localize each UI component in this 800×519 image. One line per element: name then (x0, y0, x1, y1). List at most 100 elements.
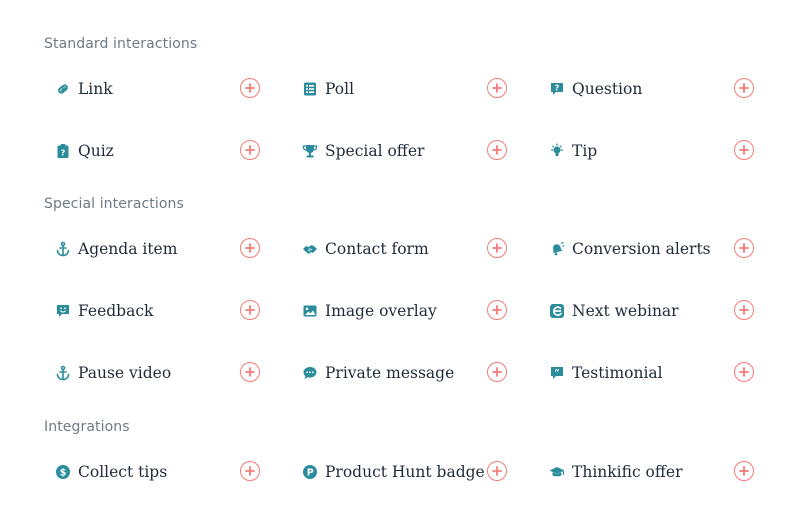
add-next-webinar-button[interactable] (734, 300, 754, 320)
plus-icon (739, 367, 749, 377)
item-private-message[interactable]: Private message (293, 358, 507, 388)
item-label: Feedback (78, 302, 154, 320)
section-title-special: Special interactions (44, 196, 184, 212)
item-poll[interactable]: Poll (293, 74, 507, 104)
chat-icon (302, 365, 318, 381)
product-hunt-icon: P (302, 464, 318, 480)
item-label: Special offer (325, 142, 425, 160)
item-agenda-item[interactable]: Agenda item (46, 234, 260, 264)
item-link[interactable]: Link (46, 74, 260, 104)
add-tip-button[interactable] (734, 140, 754, 160)
item-next-webinar[interactable]: Next webinar (540, 296, 754, 326)
item-label: Quiz (78, 142, 114, 160)
item-label: Agenda item (78, 240, 178, 258)
add-thinkific-offer-button[interactable] (734, 461, 754, 481)
plus-icon (492, 83, 502, 93)
item-label: Image overlay (325, 302, 437, 320)
add-link-button[interactable] (240, 78, 260, 98)
image-icon (302, 303, 318, 319)
item-row: ? Quiz Special offer Tip (0, 136, 800, 166)
item-feedback[interactable]: Feedback (46, 296, 260, 326)
item-special-offer[interactable]: Special offer (293, 136, 507, 166)
link-icon (55, 81, 71, 97)
handshake-icon (302, 241, 318, 257)
item-label: Link (78, 80, 113, 98)
trophy-icon (302, 143, 318, 159)
add-pause-video-button[interactable] (240, 362, 260, 382)
item-pause-video[interactable]: Pause video (46, 358, 260, 388)
item-label: Testimonial (572, 364, 663, 382)
plus-icon (739, 145, 749, 155)
item-label: Poll (325, 80, 355, 98)
quote-icon: “ (549, 365, 565, 381)
svg-text:?: ? (555, 84, 560, 93)
item-label: Pause video (78, 364, 172, 382)
add-private-message-button[interactable] (487, 362, 507, 382)
item-product-hunt-badge[interactable]: P Product Hunt badge (293, 457, 507, 487)
plus-icon (492, 305, 502, 315)
plus-icon (245, 305, 255, 315)
plus-icon (739, 83, 749, 93)
lightbulb-icon (549, 143, 565, 159)
item-label: Question (572, 80, 643, 98)
quiz-icon: ? (55, 143, 71, 159)
item-image-overlay[interactable]: Image overlay (293, 296, 507, 326)
item-label: Conversion alerts (572, 240, 711, 258)
add-question-button[interactable] (734, 78, 754, 98)
add-agenda-item-button[interactable] (240, 238, 260, 258)
item-row: Feedback Image overlay Next webinar (0, 296, 800, 326)
add-image-overlay-button[interactable] (487, 300, 507, 320)
bell-icon (549, 241, 565, 257)
item-label: Product Hunt badge (325, 463, 485, 481)
question-icon: ? (549, 81, 565, 97)
add-product-hunt-badge-button[interactable] (487, 461, 507, 481)
section-title-standard: Standard interactions (44, 36, 198, 52)
item-collect-tips[interactable]: $ Collect tips (46, 457, 260, 487)
plus-icon (739, 243, 749, 253)
add-conversion-alerts-button[interactable] (734, 238, 754, 258)
item-label: Next webinar (572, 302, 679, 320)
item-label: Contact form (325, 240, 429, 258)
svg-text:P: P (307, 468, 314, 479)
plus-icon (245, 83, 255, 93)
item-question[interactable]: ? Question (540, 74, 754, 104)
item-row: Link Poll ? Question (0, 74, 800, 104)
poll-icon (302, 81, 318, 97)
graduation-cap-icon (549, 464, 565, 480)
add-quiz-button[interactable] (240, 140, 260, 160)
add-contact-form-button[interactable] (487, 238, 507, 258)
plus-icon (492, 367, 502, 377)
item-quiz[interactable]: ? Quiz (46, 136, 260, 166)
svg-text:“: “ (554, 369, 559, 379)
plus-icon (492, 145, 502, 155)
item-contact-form[interactable]: Contact form (293, 234, 507, 264)
item-conversion-alerts[interactable]: Conversion alerts (540, 234, 754, 264)
item-row: $ Collect tips P Product Hunt badge Thin… (0, 457, 800, 487)
add-special-offer-button[interactable] (487, 140, 507, 160)
feedback-icon (55, 303, 71, 319)
add-testimonial-button[interactable] (734, 362, 754, 382)
add-poll-button[interactable] (487, 78, 507, 98)
item-tip[interactable]: Tip (540, 136, 754, 166)
item-thinkific-offer[interactable]: Thinkific offer (540, 457, 754, 487)
webinar-icon (549, 303, 565, 319)
plus-icon (492, 243, 502, 253)
item-testimonial[interactable]: “ Testimonial (540, 358, 754, 388)
anchor-icon (55, 365, 71, 381)
add-collect-tips-button[interactable] (240, 461, 260, 481)
item-label: Private message (325, 364, 455, 382)
item-label: Thinkific offer (572, 463, 683, 481)
plus-icon (739, 305, 749, 315)
dollar-icon: $ (55, 464, 71, 480)
plus-icon (245, 145, 255, 155)
item-label: Collect tips (78, 463, 168, 481)
add-feedback-button[interactable] (240, 300, 260, 320)
plus-icon (492, 466, 502, 476)
plus-icon (739, 466, 749, 476)
item-label: Tip (572, 142, 598, 160)
anchor-icon (55, 241, 71, 257)
plus-icon (245, 466, 255, 476)
svg-text:?: ? (61, 149, 66, 158)
svg-text:$: $ (60, 468, 67, 479)
section-title-integrations: Integrations (44, 419, 130, 435)
